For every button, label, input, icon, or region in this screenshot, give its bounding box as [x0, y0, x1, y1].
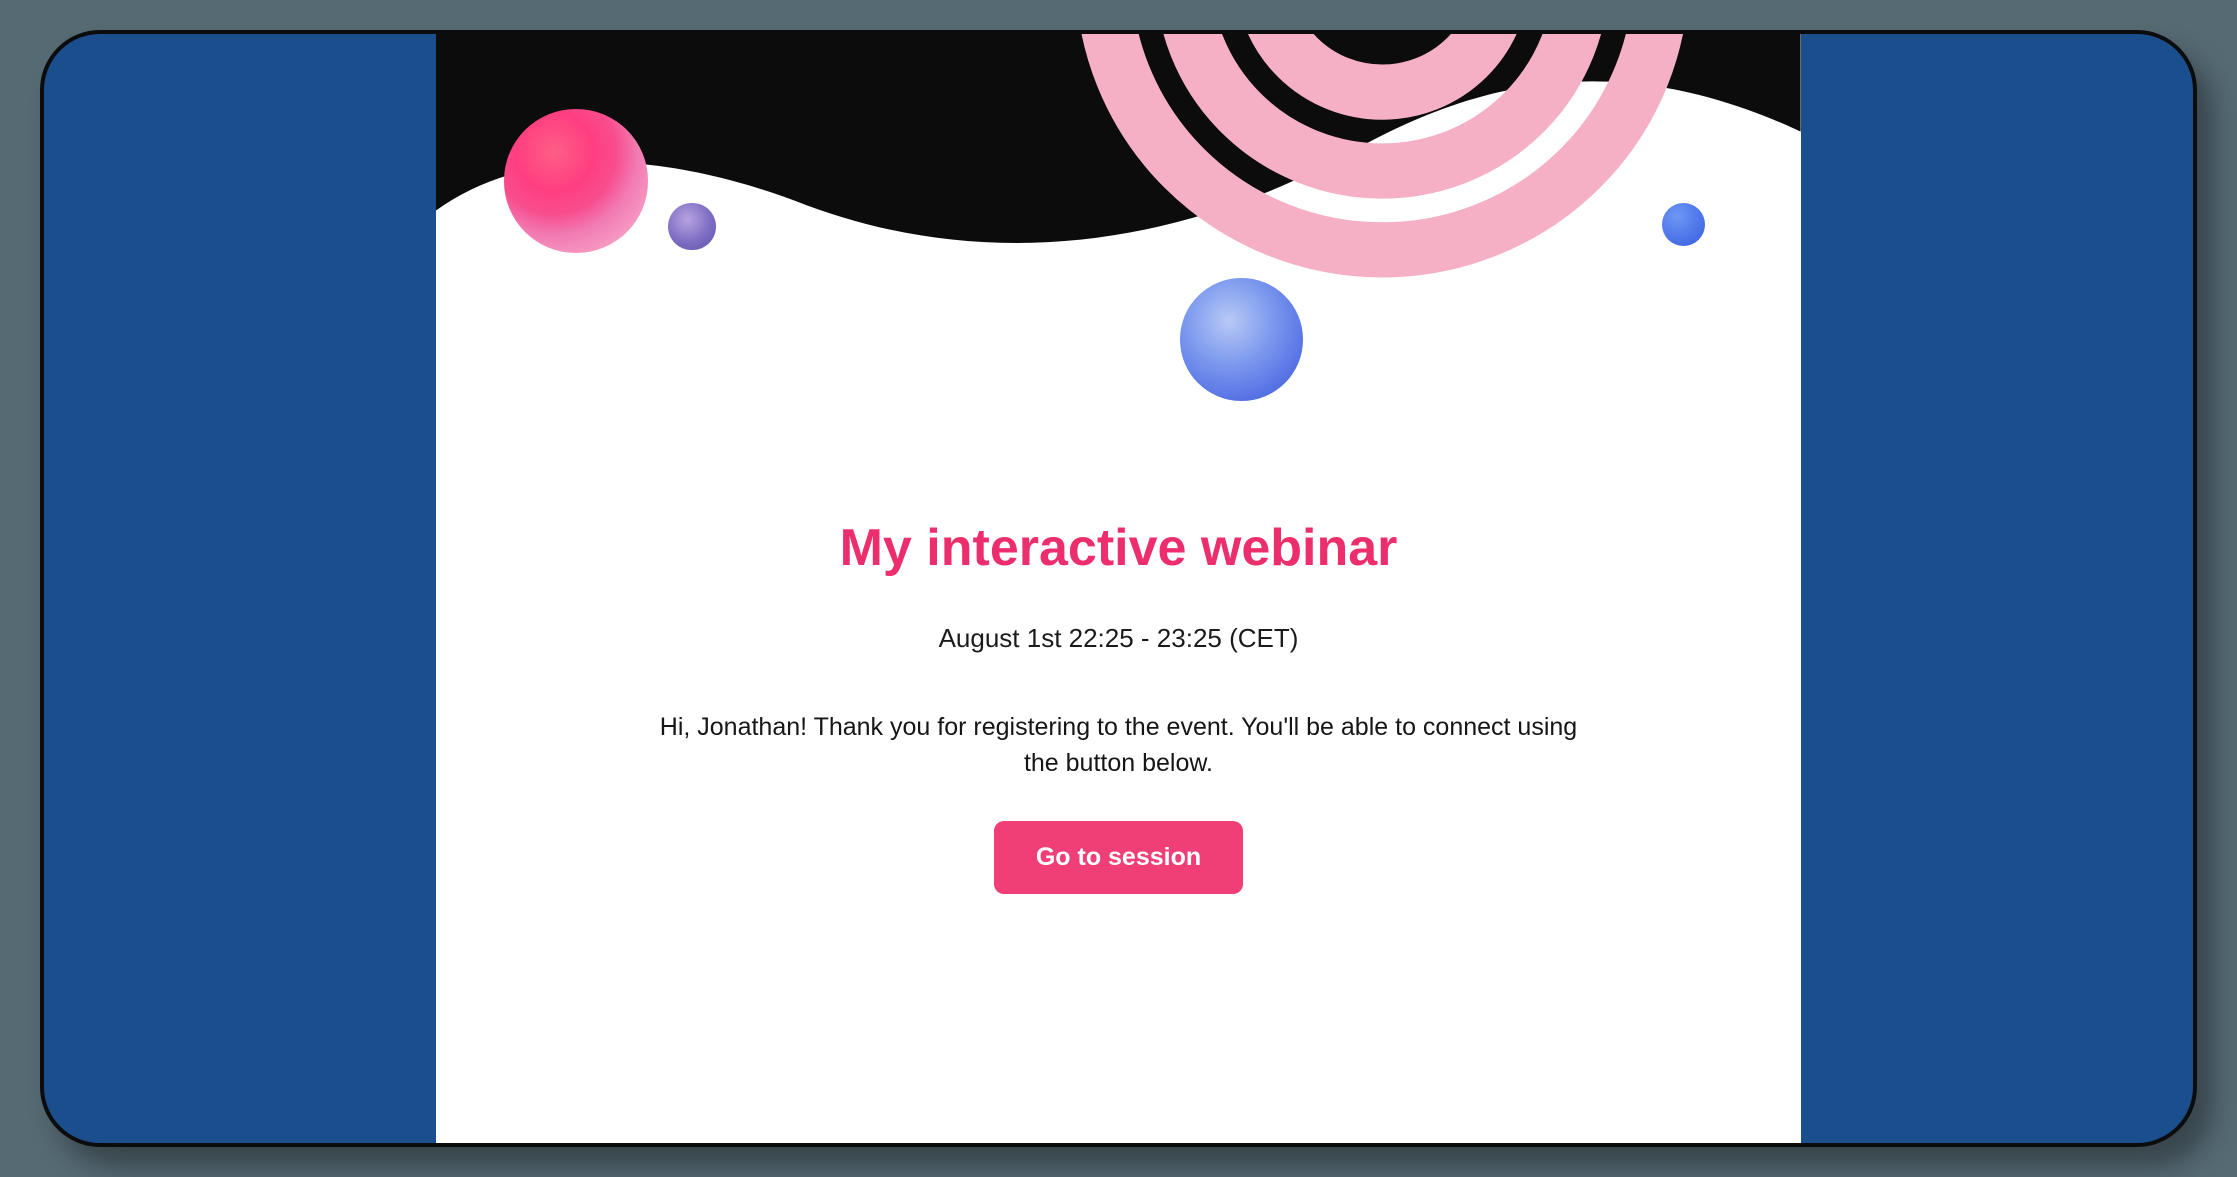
blue-large-circle-icon — [1180, 278, 1303, 401]
card-body: My interactive webinar August 1st 22:25 … — [436, 478, 1801, 895]
event-datetime: August 1st 22:25 - 23:25 (CET) — [486, 623, 1751, 654]
wave-icon — [436, 34, 1801, 477]
event-message: Hi, Jonathan! Thank you for registering … — [658, 709, 1578, 782]
purple-circle-icon — [668, 203, 716, 251]
app-frame: My interactive webinar August 1st 22:25 … — [40, 30, 2197, 1147]
go-to-session-button[interactable]: Go to session — [994, 821, 1243, 894]
rings-icon — [436, 34, 1801, 477]
hero-graphic — [436, 34, 1801, 478]
email-card: My interactive webinar August 1st 22:25 … — [436, 34, 1801, 1143]
blue-small-circle-icon — [1662, 203, 1706, 247]
pink-circle-icon — [504, 109, 647, 252]
event-title: My interactive webinar — [486, 518, 1751, 578]
